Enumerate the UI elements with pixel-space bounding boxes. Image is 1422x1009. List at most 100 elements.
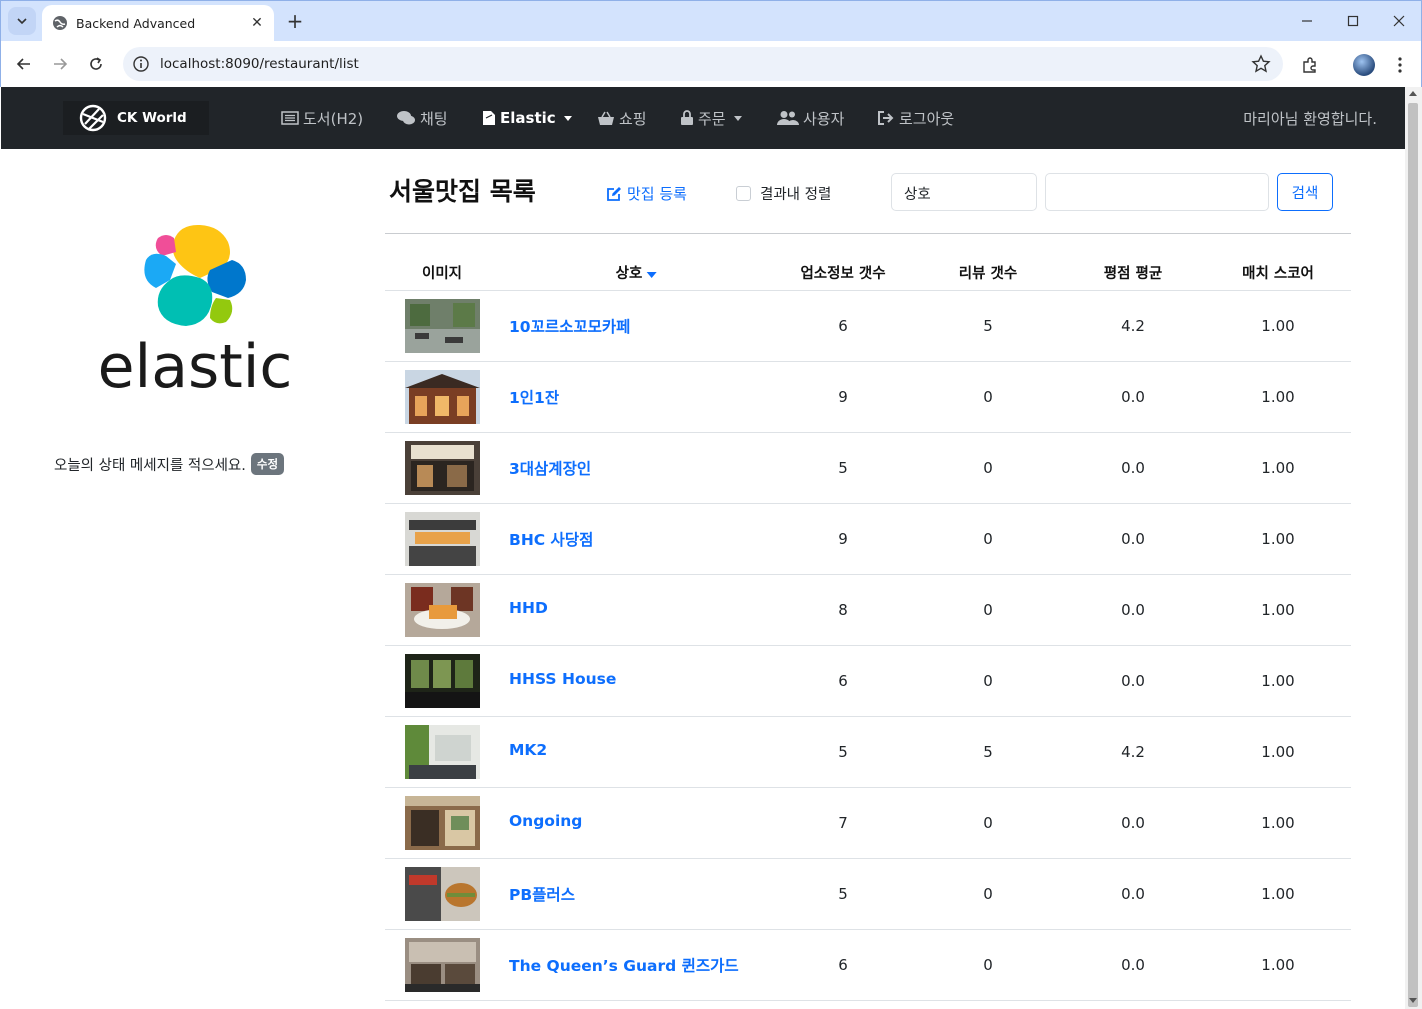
th-match-score[interactable]: 매치 스코어	[1242, 262, 1314, 283]
reload-icon[interactable]	[83, 51, 109, 77]
browser-tab[interactable]: Backend Advanced ✕	[42, 5, 274, 41]
chat-icon	[397, 111, 415, 125]
page-scrollbar[interactable]	[1405, 87, 1422, 1009]
status-message-line: 오늘의 상태 메세지를 적으세요. 수정	[54, 453, 285, 475]
restaurant-thumbnail[interactable]	[405, 512, 480, 566]
address-bar[interactable]: localhost:8090/restaurant/list	[123, 47, 1283, 81]
restaurant-name-link[interactable]: HHSS House	[509, 670, 616, 688]
restaurant-name-link[interactable]: 10꼬르소꼬모카페	[509, 315, 630, 337]
restaurant-thumbnail[interactable]	[405, 583, 480, 637]
new-tab-button[interactable]: +	[283, 9, 307, 33]
table-row: Ongoing 7 0 0.0 1.00	[385, 788, 1351, 859]
add-restaurant-link[interactable]: 맛집 등록	[606, 183, 687, 204]
restaurant-thumbnail[interactable]	[405, 299, 480, 353]
document-icon	[483, 111, 495, 125]
scroll-thumb[interactable]	[1408, 103, 1418, 1007]
review-count: 0	[983, 459, 993, 477]
welcome-text: 마리아님 환영합니다.	[1243, 110, 1377, 128]
restaurant-name-link[interactable]: Ongoing	[509, 812, 582, 830]
info-count: 6	[838, 317, 848, 335]
brand-name: CK World	[117, 110, 187, 126]
globe-icon	[53, 16, 67, 30]
table-row: PB플러스 5 0 0.0 1.00	[385, 859, 1351, 930]
back-arrow-icon[interactable]	[11, 51, 37, 77]
restaurant-thumbnail[interactable]	[405, 867, 480, 921]
kebab-menu-icon[interactable]	[1388, 53, 1412, 77]
minimize-icon[interactable]	[1293, 7, 1321, 35]
sort-within-results[interactable]: 결과내 정렬	[736, 183, 831, 204]
restaurant-thumbnail[interactable]	[405, 938, 480, 992]
rating-avg: 0.0	[1121, 885, 1145, 903]
restaurant-name-link[interactable]: HHD	[509, 599, 548, 617]
sort-down-icon[interactable]	[646, 271, 657, 278]
nav-logout[interactable]: 로그아웃	[877, 106, 954, 130]
info-count: 8	[838, 601, 848, 619]
restaurant-thumbnail[interactable]	[405, 441, 480, 495]
restaurant-name-link[interactable]: The Queen’s Guard 퀸즈가드	[509, 954, 739, 976]
table-row: 1인1잔 9 0 0.0 1.00	[385, 362, 1351, 433]
nav-users[interactable]: 사용자	[777, 106, 844, 130]
th-review-count[interactable]: 리뷰 갯수	[959, 262, 1017, 283]
restaurant-name-link[interactable]: 3대삼계장인	[509, 457, 591, 479]
match-score: 1.00	[1261, 317, 1295, 335]
page-title: 서울맛집 목록	[389, 177, 536, 206]
restaurant-name-link[interactable]: 1인1잔	[509, 386, 559, 408]
close-window-icon[interactable]	[1385, 7, 1413, 35]
restaurant-name-link[interactable]: PB플러스	[509, 883, 575, 905]
status-message: 오늘의 상태 메세지를 적으세요.	[54, 457, 246, 474]
rating-avg: 0.0	[1121, 814, 1145, 832]
search-button[interactable]: 검색	[1277, 173, 1333, 211]
restaurant-table-body: 10꼬르소꼬모카페 6 5 4.2 1.00 1인1잔 9 0 0.0 1.00…	[385, 291, 1351, 1001]
match-score: 1.00	[1261, 601, 1295, 619]
chevron-down-icon	[17, 18, 27, 25]
info-count: 5	[838, 743, 848, 761]
nav-shopping[interactable]: 쇼핑	[597, 106, 647, 130]
tab-search-button[interactable]	[8, 7, 36, 35]
match-score: 1.00	[1261, 672, 1295, 690]
match-score: 1.00	[1261, 956, 1295, 974]
profile-avatar[interactable]	[1352, 53, 1376, 77]
nav-order-dropdown[interactable]: 주문	[680, 106, 742, 130]
rating-avg: 0.0	[1121, 672, 1145, 690]
globe-logo-icon	[79, 104, 107, 132]
info-count: 9	[838, 388, 848, 406]
nav-chat-label: 채팅	[420, 109, 448, 128]
restaurant-thumbnail[interactable]	[405, 725, 480, 779]
nav-books[interactable]: 도서(H2)	[281, 106, 363, 130]
rating-avg: 0.0	[1121, 530, 1145, 548]
info-count: 6	[838, 672, 848, 690]
search-field-select[interactable]: 상호	[891, 173, 1037, 211]
maximize-icon[interactable]	[1339, 7, 1367, 35]
review-count: 0	[983, 956, 993, 974]
extensions-icon[interactable]	[1298, 53, 1322, 77]
scroll-up-arrow-icon[interactable]	[1409, 91, 1417, 96]
brand-link[interactable]: CK World	[63, 101, 209, 135]
close-tab-icon[interactable]: ✕	[246, 12, 268, 34]
browser-toolbar: localhost:8090/restaurant/list	[1, 41, 1421, 88]
restaurant-thumbnail[interactable]	[405, 370, 480, 424]
bookmark-star-icon[interactable]	[1251, 54, 1271, 74]
nav-users-label: 사용자	[803, 109, 845, 128]
nav-elastic-dropdown[interactable]: Elastic	[482, 106, 572, 130]
sort-checkbox[interactable]	[736, 186, 751, 201]
scroll-down-arrow-icon[interactable]	[1409, 998, 1417, 1003]
list-icon	[281, 111, 299, 125]
th-name[interactable]: 상호	[616, 262, 657, 283]
basket-icon	[598, 111, 614, 125]
users-icon	[777, 111, 799, 125]
nav-chat[interactable]: 채팅	[396, 106, 448, 130]
site-info-icon[interactable]	[132, 55, 150, 73]
edit-status-badge[interactable]: 수정	[250, 453, 285, 475]
table-row: HHD 8 0 0.0 1.00	[385, 575, 1351, 646]
search-input[interactable]	[1045, 173, 1269, 211]
th-info-count[interactable]: 업소정보 갯수	[800, 262, 885, 283]
rating-avg: 4.2	[1121, 743, 1145, 761]
th-rating-avg[interactable]: 평점 평균	[1104, 262, 1162, 283]
restaurant-thumbnail[interactable]	[405, 654, 480, 708]
restaurant-thumbnail[interactable]	[405, 796, 480, 850]
rating-avg: 0.0	[1121, 601, 1145, 619]
restaurant-name-link[interactable]: BHC 사당점	[509, 528, 593, 550]
elastic-logo-text: elastic	[100, 332, 290, 392]
restaurant-name-link[interactable]: MK2	[509, 741, 547, 759]
forward-arrow-icon[interactable]	[47, 51, 73, 77]
